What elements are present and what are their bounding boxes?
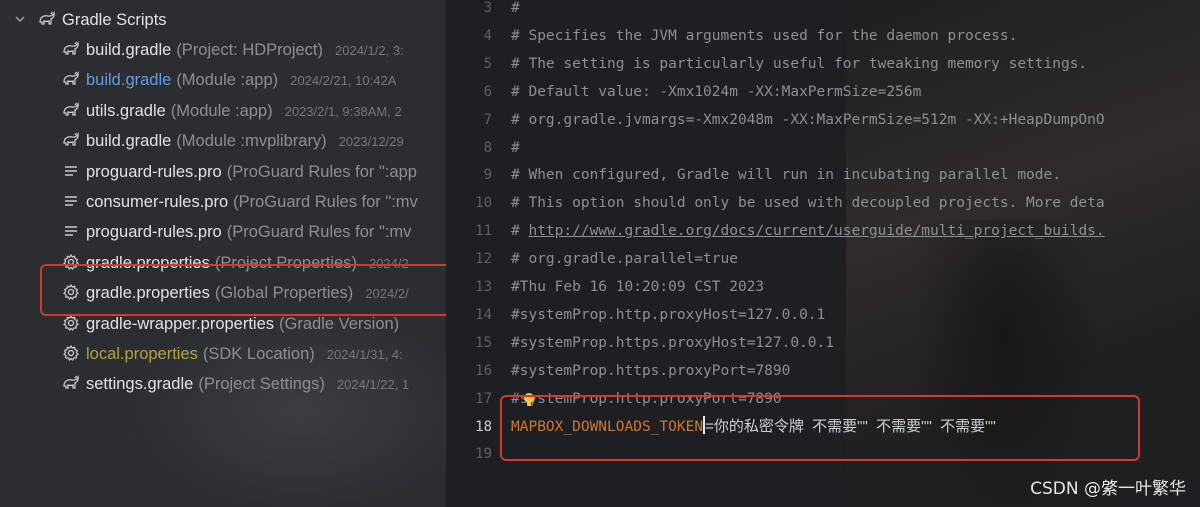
code-line[interactable]: # This option should only be used with d… bbox=[511, 189, 1105, 217]
chevron-down-icon[interactable] bbox=[14, 5, 28, 35]
line-number: 9 bbox=[483, 167, 492, 184]
tree-item-description: (Gradle Version) bbox=[279, 314, 400, 333]
code-line[interactable]: # The setting is particularly useful for… bbox=[511, 50, 1087, 78]
tree-item-name: build.gradle bbox=[86, 41, 172, 59]
comment-link[interactable]: http://www.gradle.org/docs/current/userg… bbox=[528, 223, 1104, 239]
annotation-highlight-global-properties bbox=[40, 264, 446, 316]
line-number: 16 bbox=[475, 362, 492, 379]
code-line[interactable]: #systemProp.https.proxyHost=127.0.0.1 bbox=[511, 329, 834, 357]
gradle-elephant-icon bbox=[62, 374, 80, 392]
code-line[interactable]: # http://www.gradle.org/docs/current/use… bbox=[511, 217, 1105, 245]
tree-item[interactable]: settings.gradle (Project Settings) 2024/1/… bbox=[62, 369, 409, 399]
line-number: 15 bbox=[475, 334, 492, 351]
code-editor[interactable]: 3 4 5 6 7 8 9 10 11 12 13 14 15 16 17 18 19 # # Specifies… bbox=[446, 0, 1200, 507]
text-lines-icon bbox=[62, 162, 80, 180]
tree-item-description: (ProGuard Rules for ":app bbox=[226, 162, 417, 181]
tree-item[interactable]: build.gradle (Module :mvplibrary) 2023/12/… bbox=[62, 126, 404, 156]
tree-item-date: 2023/2/1, 9:38AM, 2 bbox=[284, 103, 402, 119]
code-line[interactable]: # org.gradle.parallel=true bbox=[511, 245, 738, 273]
line-number: 5 bbox=[483, 55, 492, 72]
tree-item-description: (Project Settings) bbox=[198, 375, 325, 394]
line-number: 14 bbox=[475, 306, 492, 323]
gradle-elephant-icon bbox=[62, 131, 80, 149]
code-line[interactable]: #systemProp.https.proxyPort=7890 bbox=[511, 357, 790, 385]
gradle-scripts-icon bbox=[38, 10, 56, 28]
line-number: 17 bbox=[475, 390, 492, 407]
tree-item-description: (ProGuard Rules for ":mv bbox=[233, 193, 418, 211]
tree-item-date: 2024/1/22, 1 bbox=[336, 377, 410, 393]
tree-item[interactable]: proguard-rules.pro (ProGuard Rules for ":… bbox=[62, 217, 411, 247]
tree-item-date: 2024/2/21, 10:42A bbox=[290, 73, 397, 89]
tree-item-description: (Project: HDProject) bbox=[176, 41, 324, 59]
tree-item-name: proguard-rules.pro bbox=[86, 162, 222, 181]
tree-item[interactable]: consumer-rules.pro (ProGuard Rules for ":… bbox=[62, 187, 418, 217]
code-line[interactable]: # When configured, Gradle will run in in… bbox=[511, 161, 1061, 189]
tree-item[interactable]: build.gradle (Project: HDProject) 2024/1/2… bbox=[62, 35, 404, 65]
line-number: 10 bbox=[475, 195, 492, 212]
tree-item-description: (Module :app) bbox=[170, 101, 273, 120]
tree-item-date: 2023/12/29 bbox=[338, 134, 404, 150]
tree-item-description: (ProGuard Rules for ":mv bbox=[226, 223, 412, 242]
tree-group-label: Gradle Scripts bbox=[62, 11, 167, 29]
tree-item-name: settings.gradle bbox=[86, 375, 194, 394]
text-lines-icon bbox=[62, 222, 80, 240]
tree-item-description: (SDK Location) bbox=[202, 345, 315, 363]
tree-item-description: (Module :mvplibrary) bbox=[176, 132, 327, 151]
tree-item-name: consumer-rules.pro bbox=[86, 193, 229, 211]
tree-item-date: 2024/1/2, 3: bbox=[335, 43, 404, 58]
line-number: 12 bbox=[475, 251, 492, 268]
code-line[interactable]: # org.gradle.jvmargs=-Xmx2048m -XX:MaxPe… bbox=[511, 106, 1105, 134]
tree-item[interactable]: proguard-rules.pro (ProGuard Rules for ":… bbox=[62, 157, 417, 187]
tree-group-gradle-scripts[interactable]: Gradle Scripts bbox=[14, 5, 167, 35]
line-number: 19 bbox=[475, 446, 492, 463]
project-tree-panel: Gradle Scripts build.gradle (Project: HDP… bbox=[0, 0, 446, 507]
code-line[interactable]: # bbox=[511, 134, 520, 162]
watermark: CSDN @綮一叶繁华 bbox=[1030, 479, 1186, 499]
code-line[interactable]: # bbox=[511, 0, 520, 22]
background-image-shadow bbox=[916, 220, 1096, 507]
line-number: 7 bbox=[483, 111, 492, 128]
tree-item-name: local.properties bbox=[86, 345, 198, 363]
line-number: 6 bbox=[483, 83, 492, 100]
line-number: 4 bbox=[483, 27, 492, 44]
tree-item-description: (Module :app) bbox=[176, 71, 279, 90]
tree-item-name: proguard-rules.pro bbox=[86, 223, 222, 242]
tree-item-name: utils.gradle bbox=[86, 101, 166, 120]
code-line[interactable]: #systemProp.http.proxyHost=127.0.0.1 bbox=[511, 301, 825, 329]
gradle-elephant-icon bbox=[62, 101, 80, 119]
tree-item[interactable]: local.properties (SDK Location) 2024/1/31,… bbox=[62, 339, 403, 369]
line-number: 18 bbox=[475, 418, 492, 435]
line-number: 13 bbox=[475, 279, 492, 295]
code-line[interactable]: #Thu Feb 16 10:20:09 CST 2023 bbox=[511, 273, 764, 301]
tree-item[interactable]: build.gradle (Module :app) 2024/2/21, 10:4… bbox=[62, 65, 396, 95]
tree-item-date: 2024/1/31, 4: bbox=[326, 347, 403, 362]
line-number: 11 bbox=[475, 223, 492, 240]
line-number-gutter: 3 4 5 6 7 8 9 10 11 12 13 14 15 16 17 18 19 bbox=[446, 0, 498, 507]
text-lines-icon bbox=[62, 192, 80, 210]
gear-icon bbox=[62, 314, 80, 332]
tree-item-name: build.gradle bbox=[86, 132, 172, 151]
code-line[interactable]: # Specifies the JVM arguments used for t… bbox=[511, 22, 1017, 50]
tree-item-name: gradle-wrapper.properties bbox=[86, 314, 275, 333]
tree-item-name: build.gradle bbox=[86, 71, 172, 90]
code-line[interactable]: # Default value: -Xmx1024m -XX:MaxPermSi… bbox=[511, 78, 921, 106]
tree-item[interactable]: utils.gradle (Module :app) 2023/2/1, 9:38A… bbox=[62, 96, 402, 126]
annotation-highlight-token-line bbox=[500, 395, 1140, 461]
gear-icon bbox=[62, 344, 80, 362]
comment-prefix: # bbox=[511, 223, 529, 240]
line-number: 3 bbox=[483, 0, 492, 16]
line-number: 8 bbox=[483, 139, 492, 156]
gradle-elephant-icon bbox=[62, 40, 80, 58]
gradle-elephant-icon bbox=[62, 70, 80, 88]
